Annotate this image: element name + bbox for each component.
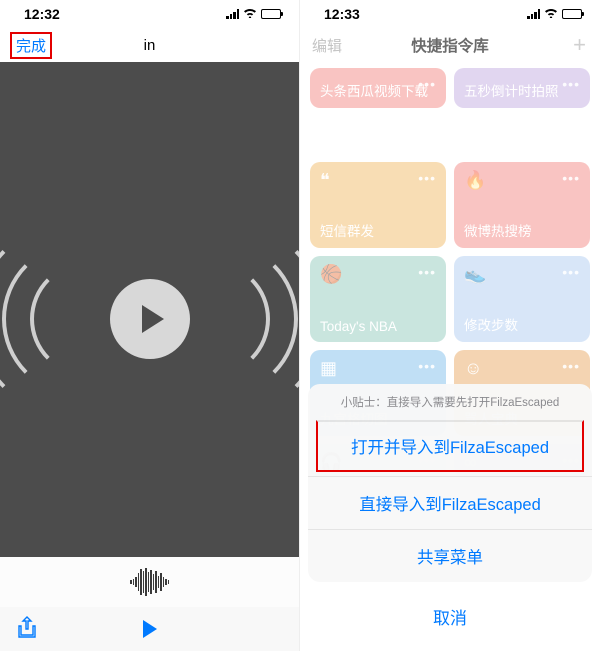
status-icons-left: [226, 7, 281, 21]
share-icon: [18, 616, 36, 638]
option-share-menu[interactable]: 共享菜单: [308, 529, 592, 582]
action-sheet: 小贴士：直接导入需要先打开FilzaEscaped 打开并导入到FilzaEsc…: [300, 384, 600, 651]
action-sheet-group: 小贴士：直接导入需要先打开FilzaEscaped 打开并导入到FilzaEsc…: [308, 384, 592, 582]
nav-title-right: 快捷指令库: [411, 34, 489, 56]
nav-left: 完成 in: [0, 28, 299, 62]
nav-title-left: in: [144, 37, 156, 54]
clock-left: 12:32: [24, 6, 60, 22]
edit-button[interactable]: 编辑: [312, 35, 342, 56]
status-icons-right: [527, 7, 582, 21]
status-bar-right: 12:33: [300, 0, 600, 28]
wifi-icon: [243, 7, 257, 21]
status-bar-left: 12:32: [0, 0, 299, 28]
waveform-graphic: [115, 567, 185, 597]
media-preview: [0, 62, 299, 557]
phone-left: 12:32 完成 in: [0, 0, 300, 651]
signal-icon: [226, 9, 239, 19]
share-button[interactable]: [18, 616, 36, 643]
add-button[interactable]: +: [573, 32, 586, 58]
wifi-icon: [544, 7, 558, 21]
nav-right: 编辑 快捷指令库 +: [300, 28, 600, 62]
play-small-button[interactable]: [143, 620, 157, 638]
waveform: [0, 557, 299, 607]
signal-icon: [527, 9, 540, 19]
battery-icon: [261, 9, 281, 19]
done-button[interactable]: 完成: [10, 32, 52, 59]
action-sheet-tip: 小贴士：直接导入需要先打开FilzaEscaped: [308, 384, 592, 416]
clock-right: 12:33: [324, 6, 360, 22]
play-icon: [142, 305, 164, 333]
option-open-import[interactable]: 打开并导入到FilzaEscaped: [316, 420, 584, 472]
cancel-button[interactable]: 取消: [308, 590, 592, 643]
play-button[interactable]: [110, 279, 190, 359]
option-direct-import[interactable]: 直接导入到FilzaEscaped: [308, 476, 592, 529]
phone-right: 12:33 编辑 快捷指令库 + •••头条西瓜视频下载•••五秒倒计时拍照❝•…: [300, 0, 600, 651]
toolbar-left: [0, 607, 299, 651]
battery-icon: [562, 9, 582, 19]
